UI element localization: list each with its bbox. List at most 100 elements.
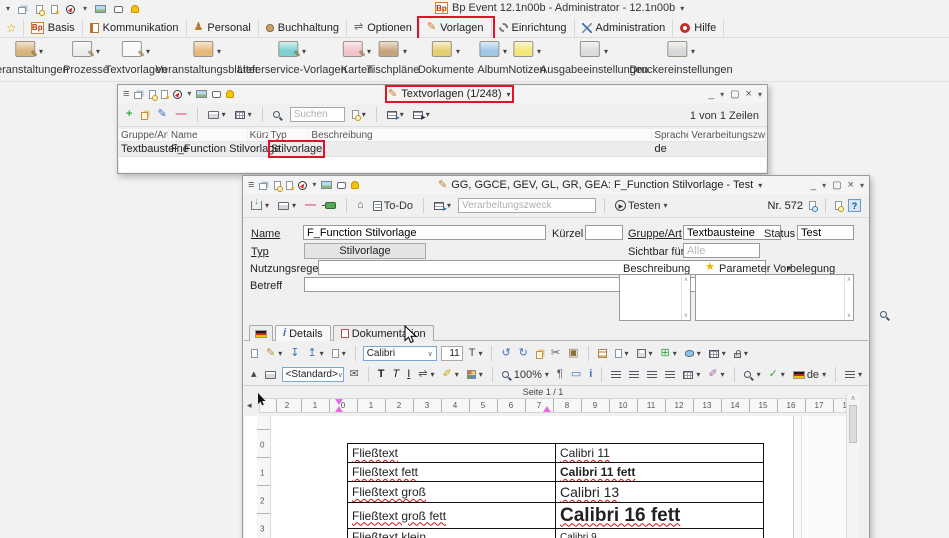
save-button[interactable]: ▾ <box>249 200 271 211</box>
vertical-ruler[interactable]: 0123 <box>257 416 271 538</box>
font-select[interactable]: Calibri∨ <box>363 346 437 361</box>
connect-button[interactable] <box>323 201 338 210</box>
customize-caret-icon[interactable]: ▾ <box>6 5 10 13</box>
dropdown-caret-icon[interactable]: ▾ <box>604 47 608 56</box>
align-right-button[interactable] <box>645 370 659 380</box>
paragraph-button[interactable]: ⇌▾ <box>416 368 436 381</box>
printer-select[interactable]: <Standard>∨ <box>282 367 344 382</box>
favorites-page-icon[interactable] <box>286 181 293 190</box>
recent-icon[interactable] <box>149 90 156 99</box>
mail-button[interactable]: ✉ <box>348 368 361 381</box>
notifications-bell-icon[interactable] <box>351 181 359 189</box>
char-format-button[interactable]: T▾ <box>467 347 485 360</box>
pilcrow-button[interactable]: ¶ <box>555 368 565 381</box>
text-block-button[interactable]: ▾ <box>635 348 655 359</box>
italic-button[interactable]: T <box>390 368 401 381</box>
todo-button[interactable]: To-Do <box>371 199 415 213</box>
menu-item-personal[interactable]: ♟Personal <box>187 19 259 37</box>
navigator-caret-icon[interactable]: ▾ <box>187 90 191 98</box>
feedback-icon[interactable] <box>212 91 221 98</box>
help-icon[interactable]: ? <box>848 199 861 212</box>
navigator-caret-icon[interactable]: ▾ <box>83 5 87 13</box>
list-window-titlebar[interactable]: ≡ ▾ ✎ Textvorlagen (1/248) ▾ _ ▾ ▢ × ▾ <box>118 85 767 103</box>
name-field[interactable] <box>303 225 546 240</box>
document-scrollbar[interactable]: ∧ <box>846 394 859 538</box>
notifications-bell-icon[interactable] <box>226 90 234 98</box>
toolbar-item-prozesse[interactable]: ▾Prozesse <box>63 41 109 76</box>
dropdown-caret-icon[interactable]: ▾ <box>503 47 507 56</box>
dropdown-caret-icon[interactable]: ▾ <box>403 47 407 56</box>
close-button[interactable]: × <box>848 179 854 191</box>
zoom-button[interactable]: 100%▾ <box>500 368 551 382</box>
page-setup-button[interactable]: ▾ <box>330 348 348 359</box>
add-button[interactable]: + <box>124 108 134 121</box>
screenshot-icon[interactable] <box>196 90 207 98</box>
menu-item-basis[interactable]: BpBasis <box>23 19 83 37</box>
windows-icon[interactable] <box>18 7 26 14</box>
column-header-name[interactable]: Name <box>169 129 248 141</box>
search-icon[interactable] <box>271 110 285 119</box>
scroll-up-icon[interactable]: ∧ <box>759 130 764 138</box>
toolbar-item-dokumente[interactable]: ▾Dokumente <box>418 41 474 76</box>
navigator-icon[interactable] <box>298 181 307 190</box>
feedback-icon[interactable] <box>337 182 346 189</box>
maximize-button[interactable]: ▢ <box>730 89 739 100</box>
search-input[interactable] <box>290 107 345 122</box>
list-window-title-group[interactable]: ✎ Textvorlagen (1/248) ▾ <box>388 88 511 100</box>
table-button[interactable]: ▾ <box>707 348 728 359</box>
feedback-icon[interactable] <box>114 6 123 13</box>
tab-details[interactable]: i Details <box>275 325 331 341</box>
parameter-textarea[interactable]: ∧∨ <box>695 274 854 321</box>
indent-marker[interactable] <box>335 399 343 405</box>
indent-marker[interactable] <box>335 406 343 412</box>
menu-item-administration[interactable]: Administration <box>575 19 674 37</box>
search-input-field[interactable] <box>290 107 345 122</box>
window-menu-icon[interactable]: ≡ <box>123 89 129 100</box>
column-header-beschreibung[interactable]: Beschreibung <box>309 129 652 141</box>
tab-language-de[interactable] <box>249 325 273 341</box>
close-caret-icon[interactable]: ▾ <box>758 90 762 99</box>
edit-button[interactable]: ✎ <box>155 108 168 121</box>
database-field-button[interactable]: ▾ <box>683 348 703 359</box>
kuerzel-field[interactable] <box>585 225 623 240</box>
history-button[interactable]: ▾ <box>350 109 368 120</box>
home-button[interactable]: ⌂ <box>355 199 366 212</box>
cut-button[interactable]: ✂ <box>549 347 562 360</box>
minimize-button[interactable]: _ <box>709 89 715 100</box>
textarea-scrollbar[interactable]: ∧∨ <box>681 275 690 320</box>
record-history-icon[interactable] <box>835 201 842 210</box>
purpose-input[interactable] <box>458 198 596 213</box>
collapse-button[interactable]: ▴ <box>249 368 259 381</box>
minimize-caret-icon[interactable]: ▾ <box>720 90 724 99</box>
menu-item-einrichtung[interactable]: Einrichtung <box>492 19 575 37</box>
printer-icon[interactable] <box>263 370 278 380</box>
borders-button[interactable]: ▾ <box>681 369 702 380</box>
column-header-sprachen[interactable]: Sprachen <box>652 129 689 141</box>
toolbar-item-tischpl-ne[interactable]: ▾Tischpläne <box>367 41 420 76</box>
indent-marker[interactable] <box>543 406 551 412</box>
font-color-button[interactable]: ▾ <box>465 369 485 380</box>
copy-button[interactable] <box>534 348 545 360</box>
export-button[interactable]: ▾ <box>385 109 406 120</box>
find-button[interactable]: ▾ <box>742 369 763 380</box>
screenshot-icon[interactable] <box>95 5 106 13</box>
toolbar-item-veranstaltungen[interactable]: ▾Veranstaltungen <box>0 41 69 76</box>
favorites-page-icon[interactable] <box>161 90 168 99</box>
undo-button[interactable]: ↺ <box>499 347 512 360</box>
windows-icon[interactable] <box>259 183 267 190</box>
duplicate-button[interactable] <box>139 109 150 121</box>
close-caret-icon[interactable]: ▾ <box>860 181 864 190</box>
dropdown-caret-icon[interactable]: ▾ <box>96 47 100 56</box>
maximize-button[interactable]: ▢ <box>832 180 841 191</box>
navigator-icon[interactable] <box>66 5 75 14</box>
language-button[interactable]: de▾ <box>791 368 828 382</box>
dropdown-caret-icon[interactable]: ▾ <box>39 47 43 56</box>
recent-icon[interactable] <box>274 181 281 190</box>
text-frame-button[interactable]: ▭ <box>569 368 583 381</box>
bold-button[interactable]: T <box>376 368 387 381</box>
table-view-button[interactable]: ▾ <box>233 109 254 120</box>
justify-button[interactable] <box>663 370 677 380</box>
detail-window-title-group[interactable]: ✎ GG, GGCE, GEV, GL, GR, GEA: F_Function… <box>438 179 762 191</box>
name-label[interactable]: Name <box>251 228 280 240</box>
screenshot-icon[interactable] <box>321 181 332 189</box>
